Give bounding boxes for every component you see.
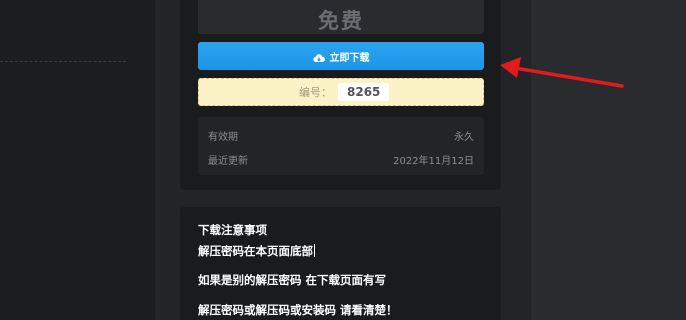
cloud-download-icon (312, 51, 325, 62)
notes-title: 下载注意事项 (198, 223, 267, 237)
code-value[interactable]: 8265 (338, 83, 390, 101)
price-box: 免费 (198, 0, 484, 34)
price-label: 免费 (318, 9, 364, 33)
meta-value: 永久 (454, 132, 474, 143)
note-line: 解压密码在本页面底部 (198, 243, 315, 259)
meta-value: 2022年11月12日 (393, 156, 474, 167)
code-label: 编号： (299, 86, 332, 99)
text-cursor (314, 244, 315, 257)
code-box: 编号： 8265 (198, 78, 484, 106)
note-line: 如果是别的解压密码 在下载页面有写 (198, 273, 387, 287)
meta-row-validity: 有效期 永久 (208, 128, 474, 143)
download-button[interactable]: 立即下载 (198, 42, 484, 70)
meta-box: 有效期 永久 最近更新 2022年11月12日 (198, 117, 484, 175)
divider (0, 61, 126, 62)
right-panel (531, 0, 686, 320)
note-line: 解压密码或解压码或安装码 请看清楚！ (198, 303, 398, 317)
meta-row-updated: 最近更新 2022年11月12日 (208, 152, 474, 167)
download-button-label: 立即下载 (329, 52, 370, 64)
left-sidebar (0, 0, 155, 320)
red-arrow-icon (500, 57, 624, 88)
meta-label: 最近更新 (208, 156, 248, 167)
note-text: 解压密码在本页面底部 (198, 244, 313, 258)
meta-label: 有效期 (208, 132, 238, 143)
